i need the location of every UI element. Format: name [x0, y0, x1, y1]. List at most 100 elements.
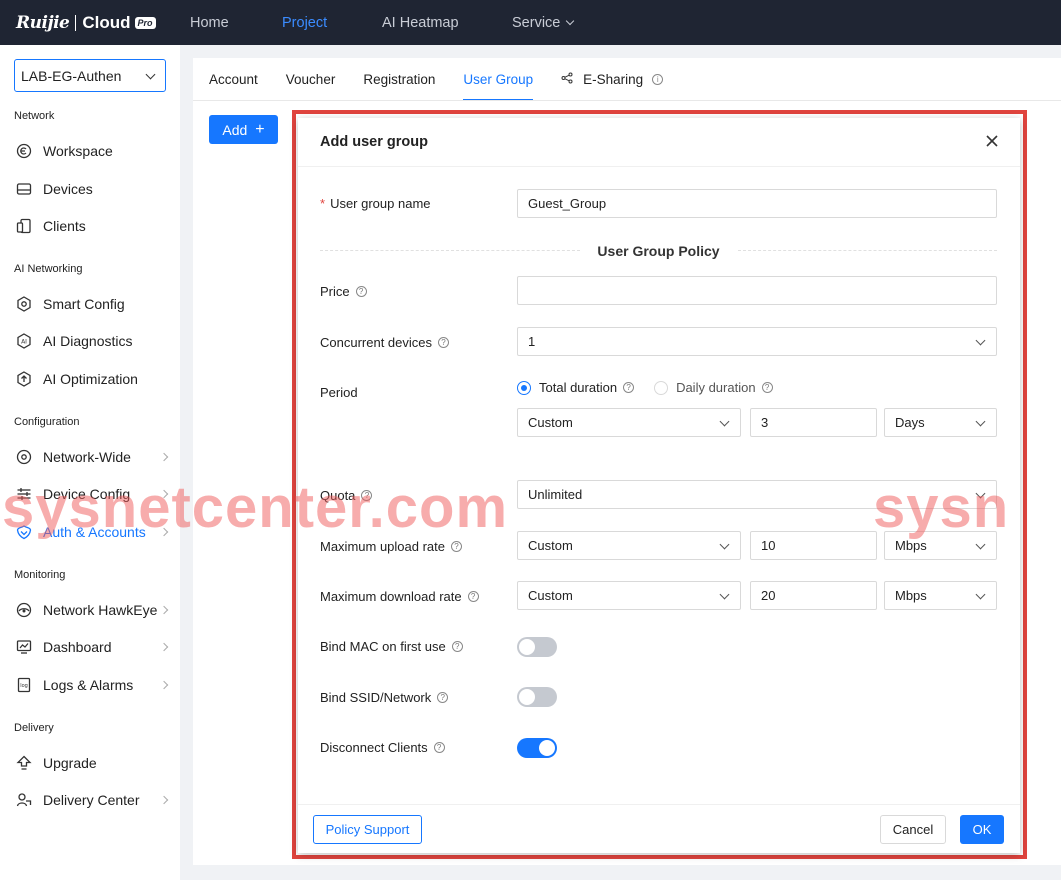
download-rate-label-text: Maximum download rate [320, 589, 462, 604]
policy-support-button[interactable]: Policy Support [313, 815, 422, 844]
sidebar-item-clients[interactable]: Clients [0, 209, 180, 243]
download-unit-value: Mbps [895, 588, 927, 603]
cancel-button[interactable]: Cancel [880, 815, 946, 844]
help-icon[interactable]: ? [623, 382, 635, 393]
download-unit-select[interactable]: Mbps [884, 581, 997, 610]
sidebar-item-label: Dashboard [43, 639, 112, 655]
group-name-label-text: User group name [330, 196, 431, 211]
tab-voucher[interactable]: Voucher [286, 58, 336, 101]
chevron-right-icon [159, 527, 169, 537]
device-icon [15, 180, 33, 198]
nav-service[interactable]: Service [512, 0, 612, 45]
bind-ssid-toggle[interactable] [517, 687, 557, 707]
period-mode-select[interactable]: Custom [517, 408, 741, 437]
nav-home[interactable]: Home [190, 0, 282, 45]
sidebar-item-label: Network-Wide [43, 449, 131, 465]
chevron-down-icon [719, 416, 730, 427]
price-input[interactable] [517, 276, 997, 305]
help-icon[interactable]: ? [437, 692, 449, 703]
delivery-icon [15, 791, 33, 809]
sidebar-item-label: AI Optimization [43, 371, 138, 387]
download-rate-value: 20 [761, 588, 776, 603]
sidebar-item-device-config[interactable]: Device Config [0, 477, 180, 511]
concurrent-devices-label: Concurrent devices? [320, 335, 449, 350]
concurrent-devices-label-text: Concurrent devices [320, 335, 432, 350]
close-icon[interactable] [984, 133, 1000, 149]
sidebar-item-label: Devices [43, 181, 93, 197]
brand-logo[interactable]: Ruijie Cloud Pro [16, 13, 166, 33]
tab-user-group[interactable]: User Group [463, 58, 533, 101]
radio-daily-duration[interactable]: Daily duration? [654, 380, 773, 395]
help-icon[interactable]: ? [355, 286, 367, 297]
sidebar-item-network-wide[interactable]: Network-Wide [0, 440, 180, 474]
period-unit-select[interactable]: Days [884, 408, 997, 437]
sidebar-item-dashboard[interactable]: Dashboard [0, 630, 180, 664]
period-amount-input[interactable]: 3 [750, 408, 877, 437]
sidebar-item-label: Clients [43, 218, 86, 234]
sidebar-item-workspace[interactable]: Workspace [0, 134, 180, 168]
chevron-down-icon [719, 589, 730, 600]
download-rate-input[interactable]: 20 [750, 581, 877, 610]
disconnect-clients-toggle[interactable] [517, 738, 557, 758]
upgrade-icon [15, 754, 33, 772]
download-mode-select[interactable]: Custom [517, 581, 741, 610]
sidebar-item-label: Delivery Center [43, 792, 140, 808]
info-icon[interactable]: i [652, 74, 664, 85]
logo-separator [75, 14, 77, 31]
share-icon [561, 72, 573, 87]
upload-rate-input[interactable]: 10 [750, 531, 877, 560]
sidebar-item-ai-diagnostics[interactable]: AI AI Diagnostics [0, 324, 180, 358]
sidebar-item-devices[interactable]: Devices [0, 172, 180, 206]
upload-rate-label-text: Maximum upload rate [320, 539, 445, 554]
radio-dot [654, 380, 669, 395]
chevron-down-icon [719, 539, 730, 550]
sidebar-item-logs-alarms[interactable]: log Logs & Alarms [0, 668, 180, 702]
tab-account[interactable]: Account [209, 58, 258, 101]
nav-project[interactable]: Project [282, 0, 382, 45]
concurrent-devices-select[interactable]: 1 [517, 327, 997, 356]
hawkeye-icon [15, 601, 33, 619]
sidebar: LAB-EG-Authen Network Workspace Devices … [0, 45, 180, 880]
bind-mac-toggle[interactable] [517, 637, 557, 657]
ok-button[interactable]: OK [960, 815, 1004, 844]
tab-registration[interactable]: Registration [363, 58, 435, 101]
help-icon[interactable]: ? [451, 641, 463, 652]
help-icon[interactable]: ? [467, 591, 479, 602]
nav-ai-heatmap[interactable]: AI Heatmap [382, 0, 512, 45]
sidebar-item-label: Logs & Alarms [43, 677, 134, 693]
section-ai-networking: AI Networking [14, 263, 83, 275]
sidebar-item-auth-accounts[interactable]: Auth & Accounts [0, 515, 180, 549]
project-selector[interactable]: LAB-EG-Authen [14, 59, 166, 92]
section-configuration: Configuration [14, 416, 80, 428]
chevron-right-icon [159, 452, 169, 462]
sidebar-item-label: Workspace [43, 143, 113, 159]
sidebar-item-delivery-center[interactable]: Delivery Center [0, 783, 180, 817]
bind-ssid-label: Bind SSID/Network? [320, 690, 449, 705]
sidebar-item-ai-optimization[interactable]: AI Optimization [0, 362, 180, 396]
add-button[interactable]: Add + [209, 115, 278, 144]
chevron-right-icon [159, 489, 169, 499]
help-icon[interactable]: ? [438, 337, 449, 348]
help-icon[interactable]: ? [433, 742, 445, 753]
sidebar-item-label: Auth & Accounts [43, 524, 146, 540]
help-icon[interactable]: ? [451, 541, 462, 552]
upload-unit-select[interactable]: Mbps [884, 531, 997, 560]
network-wide-icon [15, 448, 33, 466]
dialog-title: Add user group [320, 134, 428, 150]
sidebar-item-upgrade[interactable]: Upgrade [0, 746, 180, 780]
concurrent-devices-value: 1 [528, 334, 536, 349]
radio-total-duration[interactable]: Total duration? [517, 380, 635, 395]
dialog-footer: Policy Support Cancel OK [298, 804, 1020, 853]
price-label: Price? [320, 284, 367, 299]
upload-mode-select[interactable]: Custom [517, 531, 741, 560]
help-icon[interactable]: ? [361, 490, 373, 501]
sidebar-item-hawkeye[interactable]: Network HawkEye [0, 593, 180, 627]
tabs-divider [193, 100, 1061, 101]
sidebar-item-smart-config[interactable]: Smart Config [0, 287, 180, 321]
group-name-input[interactable]: Guest_Group [517, 189, 997, 218]
bind-mac-label-text: Bind MAC on first use [320, 639, 446, 654]
quota-select[interactable]: Unlimited [517, 480, 997, 509]
help-icon[interactable]: ? [761, 382, 773, 393]
tab-e-sharing[interactable]: E-Sharing i [561, 58, 664, 101]
period-radio-group: Total duration? Daily duration? [517, 380, 793, 395]
